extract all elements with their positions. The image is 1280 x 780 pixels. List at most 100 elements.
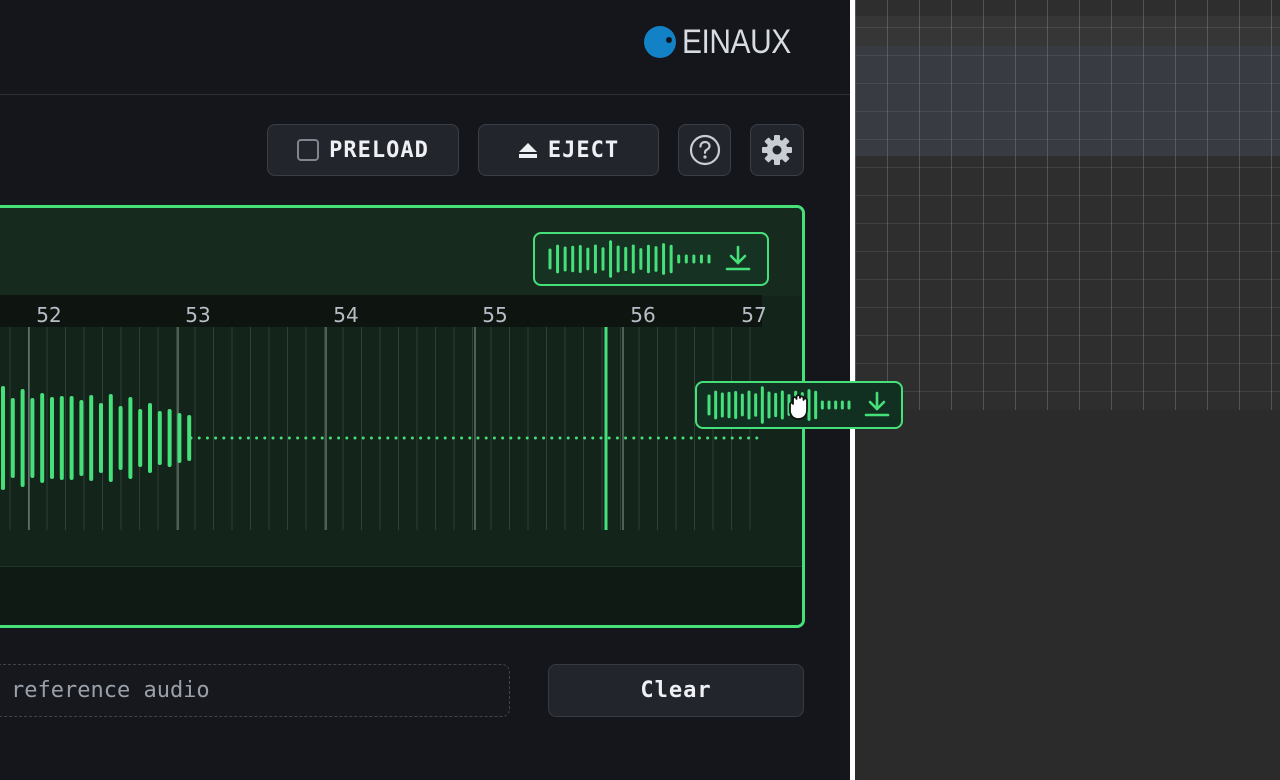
help-circle-icon (689, 134, 720, 166)
waveform-silence-dot (255, 436, 259, 440)
waveform-silence-dot (189, 436, 193, 440)
waveform-silence-dot (214, 436, 218, 440)
audio-clip-chip[interactable] (533, 232, 769, 286)
waveform-silence-dot (665, 436, 669, 440)
waveform-silence-dot (345, 436, 349, 440)
waveform-silence-dot (501, 436, 505, 440)
clear-button[interactable]: Clear (548, 664, 804, 717)
waveform-silence-dot (369, 436, 373, 440)
waveform-silence-dot (615, 436, 619, 440)
gear-icon (762, 135, 792, 165)
waveform-silence-dot (419, 436, 423, 440)
eject-icon (518, 143, 537, 158)
waveform-silence-dot (320, 436, 324, 440)
waveform-silence-dot (246, 436, 250, 440)
waveform-silence-dot (279, 436, 283, 440)
preload-label: PRELOAD (329, 137, 429, 163)
waveform-silence-dot (287, 436, 291, 440)
waveform-silence-dot (271, 436, 275, 440)
waveform-silence-dot (738, 436, 742, 440)
waveform-silence-dot (583, 436, 587, 440)
waveform-silence-dot (492, 436, 496, 440)
waveform-silence-dot (468, 436, 472, 440)
waveform-silence-dot (566, 436, 570, 440)
waveform-silence-dot (574, 436, 578, 440)
waveform-silence-dot (476, 436, 480, 440)
waveform-silence-dot (312, 436, 316, 440)
waveform-silence-dot (558, 436, 562, 440)
waveform-silence-dot (591, 436, 595, 440)
waveform-silence-dot (238, 436, 242, 440)
waveform-silence-dot (755, 436, 759, 440)
clear-label: Clear (640, 678, 712, 703)
waveform-silence-dot (435, 436, 439, 440)
brand-name: EINAUX (682, 22, 791, 61)
reference-audio-dropzone[interactable]: reference audio (0, 664, 510, 717)
preload-checkbox[interactable] (297, 139, 320, 161)
waveform-silence-dot (706, 436, 710, 440)
waveform-silence-dot (197, 436, 201, 440)
waveform-silence-dot (386, 436, 390, 440)
waveform-silence-dot (533, 436, 537, 440)
waveform-silence-dot (427, 436, 431, 440)
waveform-silence-dot (697, 436, 701, 440)
waveform-silence-dot (648, 436, 652, 440)
settings-button[interactable] (750, 124, 804, 176)
waveform-silence-dot (747, 436, 751, 440)
waveform-silence-dot (542, 436, 546, 440)
waveform-silence-dot (263, 436, 267, 440)
waveform-silence-dot (328, 436, 332, 440)
waveform-silence-dot (205, 436, 209, 440)
waveform-silence-dot (607, 436, 611, 440)
dragged-audio-clip[interactable] (695, 381, 903, 429)
grab-hand-cursor-icon (789, 394, 808, 420)
waveform-silence-dot (525, 436, 529, 440)
waveform-silence-dot (599, 436, 603, 440)
waveform-silence-dot (714, 436, 718, 440)
waveform-silence-dot (550, 436, 554, 440)
eject-button[interactable]: EJECT (478, 124, 659, 176)
clip-waveform-icon (548, 240, 751, 278)
waveform-footer (0, 566, 802, 625)
waveform-silence-dot (517, 436, 521, 440)
help-button[interactable] (678, 124, 731, 176)
eject-label: EJECT (547, 137, 620, 163)
waveform-silence-dot (443, 436, 447, 440)
waveform-canvas (1, 327, 759, 530)
waveform-track[interactable] (0, 327, 762, 530)
time-ruler[interactable]: 52 53 54 55 56 57 (0, 295, 767, 327)
tick-label: 57 (741, 303, 767, 327)
waveform-silence-dot (451, 436, 455, 440)
waveform-silence-dot (730, 436, 734, 440)
waveform-silence-dot (640, 436, 644, 440)
waveform-silence-dot (624, 436, 628, 440)
brand-dot-icon (644, 26, 676, 58)
waveform-silence-dot (689, 436, 693, 440)
waveform-silence-dot (304, 436, 308, 440)
waveform-silence-dot (394, 436, 398, 440)
brand-logo: EINAUX (644, 22, 806, 62)
header-divider (0, 94, 850, 95)
background-window (855, 0, 1280, 780)
waveform-silence-dot (353, 436, 357, 440)
reference-audio-placeholder: reference audio (11, 678, 210, 703)
tick-label: 54 (333, 303, 359, 327)
waveform-silence-dot (296, 436, 300, 440)
waveform-silence-dot (230, 436, 234, 440)
tick-label: 53 (185, 303, 211, 327)
waveform-silence-dot (673, 436, 677, 440)
background-grid (855, 0, 1280, 410)
tick-label: 56 (630, 303, 656, 327)
waveform-silence-dot (361, 436, 365, 440)
tick-label: 55 (482, 303, 508, 327)
waveform-silence-dot (509, 436, 513, 440)
waveform-silence-dot (656, 436, 660, 440)
waveform-silence-dot (681, 436, 685, 440)
waveform-silence-dot (484, 436, 488, 440)
waveform-silence-dot (722, 436, 726, 440)
waveform-silence-dot (378, 436, 382, 440)
preload-toggle-button[interactable]: PRELOAD (267, 124, 459, 176)
waveform-silence-dot (222, 436, 226, 440)
waveform-silence-dot (632, 436, 636, 440)
waveform-silence-dot (337, 436, 341, 440)
